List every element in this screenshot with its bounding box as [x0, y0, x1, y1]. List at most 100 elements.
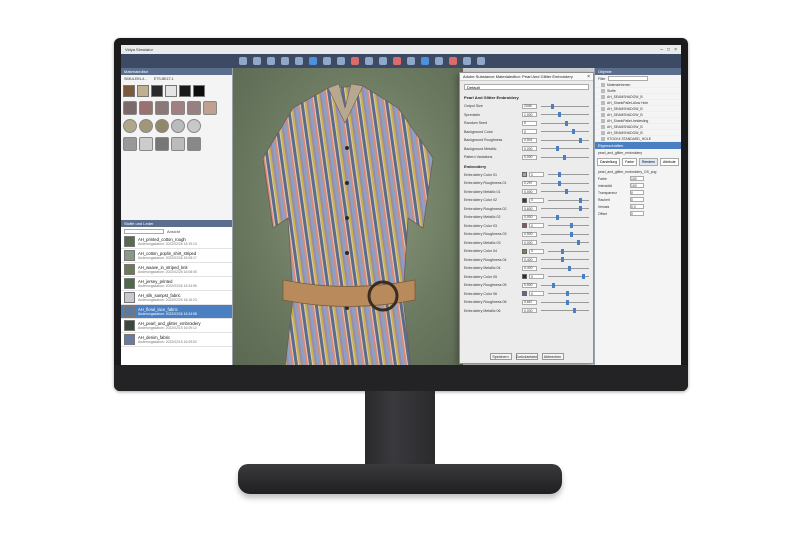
fabric-tab-2[interactable]: ETS-BELT-1: [154, 77, 174, 81]
texture-file[interactable]: pearl_and_glitter_embroidery_GS_png: [598, 170, 656, 174]
param-value-input[interactable]: 1,000: [522, 112, 537, 118]
color-chip[interactable]: [522, 197, 527, 203]
fabric-thumb[interactable]: [171, 101, 185, 115]
3d-viewport[interactable]: [233, 68, 463, 367]
field-input[interactable]: 0: [630, 190, 644, 195]
list-item[interactable]: AH_silk_sampst_fabric Änderungsdatum: 202…: [121, 291, 232, 305]
camera-icon[interactable]: [379, 57, 387, 65]
simulate-icon[interactable]: [309, 57, 317, 65]
minimize-button[interactable]: –: [660, 47, 663, 53]
param-value-input[interactable]: 0,000: [522, 189, 537, 195]
field-input[interactable]: 0: [630, 197, 644, 202]
list-item[interactable]: AH_denim_fabric Änderungsdatum: 2022/02/1…: [121, 333, 232, 347]
sew-tool-icon[interactable]: [323, 57, 331, 65]
maximize-button[interactable]: □: [667, 47, 670, 53]
param-slider[interactable]: [541, 257, 589, 263]
dialog-close-icon[interactable]: ×: [587, 74, 590, 80]
param-slider[interactable]: [541, 282, 589, 288]
param-slider[interactable]: [541, 265, 589, 271]
fabric-thumb[interactable]: [139, 101, 153, 115]
param-slider[interactable]: [548, 197, 589, 203]
param-value-input[interactable]: 0: [522, 120, 537, 126]
light-icon[interactable]: [463, 57, 471, 65]
param-value-input[interactable]: 0,000: [522, 308, 537, 314]
param-value-input[interactable]: 0,297: [522, 180, 537, 186]
param-slider[interactable]: [541, 137, 589, 143]
tab-rendern[interactable]: Rendern: [639, 158, 659, 166]
cancel-button[interactable]: Abbrechen: [541, 353, 564, 360]
swatch[interactable]: [179, 85, 191, 97]
param-value-input[interactable]: 0,500: [522, 231, 537, 237]
param-value-input[interactable]: 0,000: [522, 240, 537, 246]
fold-tool-icon[interactable]: [337, 57, 345, 65]
fabric-thumb[interactable]: [155, 101, 169, 115]
param-slider[interactable]: [541, 308, 589, 314]
fabric-thumb[interactable]: [123, 101, 137, 115]
field-input[interactable]: 100: [630, 183, 644, 188]
param-value-input[interactable]: 0: [529, 223, 544, 229]
param-value-input[interactable]: 0,000: [522, 146, 537, 152]
param-slider[interactable]: [541, 189, 589, 195]
swatch[interactable]: [123, 85, 135, 97]
param-slider[interactable]: [548, 223, 589, 229]
param-slider[interactable]: [541, 112, 589, 118]
param-value-input[interactable]: 0,000: [522, 154, 537, 160]
button-thumb[interactable]: [123, 119, 137, 133]
export-icon[interactable]: [477, 57, 485, 65]
param-value-input[interactable]: 0: [522, 129, 537, 135]
param-slider[interactable]: [548, 248, 589, 254]
measure-tool-icon[interactable]: [407, 57, 415, 65]
render-icon[interactable]: [421, 57, 429, 65]
fabric-tab-1[interactable]: SIMULEIN-4…: [124, 77, 148, 81]
param-slider[interactable]: [541, 103, 589, 109]
list-item[interactable]: AH_pearl_and_glitter_embroidery Änderungs…: [121, 319, 232, 333]
fabric-thumb[interactable]: [155, 137, 169, 151]
section-header-embroidery[interactable]: Embroidery: [460, 162, 593, 171]
param-value-input[interactable]: 0,400: [522, 257, 537, 263]
param-slider[interactable]: [541, 214, 589, 220]
param-value-input[interactable]: 2048: [522, 103, 537, 109]
field-input[interactable]: 0: [630, 211, 644, 216]
param-value-input[interactable]: 0: [529, 197, 544, 203]
param-slider[interactable]: [541, 154, 589, 160]
fabric-thumb[interactable]: [123, 137, 137, 151]
list-item[interactable]: AH_waave_in_striped_knit Änderungsdatum: …: [121, 263, 232, 277]
swatch[interactable]: [165, 85, 177, 97]
move-tool-icon[interactable]: [267, 57, 275, 65]
close-button[interactable]: ×: [674, 47, 677, 53]
fabric-thumb[interactable]: [203, 101, 217, 115]
color-chip[interactable]: [522, 291, 527, 297]
param-value-input[interactable]: 0,667: [522, 299, 537, 305]
avatar-tool-icon[interactable]: [393, 57, 401, 65]
color-chip[interactable]: [522, 223, 527, 229]
param-value-input[interactable]: 0,600: [522, 206, 537, 212]
tab-farbe[interactable]: Farbe: [622, 158, 638, 166]
fabric-thumb[interactable]: [171, 137, 185, 151]
param-slider[interactable]: [548, 274, 589, 280]
fabric-thumb[interactable]: [187, 101, 201, 115]
fabric-thumb[interactable]: [139, 137, 153, 151]
color-chip[interactable]: [522, 248, 527, 254]
scale-tool-icon[interactable]: [281, 57, 289, 65]
grid-icon[interactable]: [435, 57, 443, 65]
param-slider[interactable]: [541, 231, 589, 237]
button-thumb[interactable]: [171, 119, 185, 133]
save-button[interactable]: Speichern: [489, 353, 512, 360]
param-slider[interactable]: [541, 240, 589, 246]
fabric-thumb[interactable]: [187, 137, 201, 151]
param-slider[interactable]: [548, 172, 589, 178]
section-header-main[interactable]: Pearl And Glitter Embroidery: [460, 93, 593, 102]
list-item[interactable]: AH_cotton_poplin_shirt_striped Änderungsd…: [121, 249, 232, 263]
param-slider[interactable]: [541, 129, 589, 135]
select-tool-icon[interactable]: [239, 57, 247, 65]
swatch[interactable]: [137, 85, 149, 97]
param-value-input[interactable]: 0,500: [522, 282, 537, 288]
button-thumb[interactable]: [139, 119, 153, 133]
filter-input[interactable]: [607, 76, 648, 81]
param-value-input[interactable]: 0: [529, 248, 544, 254]
list-item[interactable]: AH_jersey_printed Änderungsdatum: 2022/02…: [121, 277, 232, 291]
pattern-tool-icon[interactable]: [351, 57, 359, 65]
lock-icon[interactable]: [449, 57, 457, 65]
field-input[interactable]: 0,0: [630, 204, 644, 209]
param-slider[interactable]: [548, 291, 589, 297]
